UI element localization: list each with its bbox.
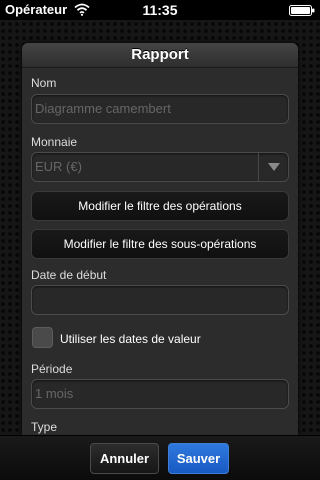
edit-suboperations-filter-button[interactable]: Modifier le filtre des sous-opérations <box>31 229 289 259</box>
status-bar: Opérateur 11:35 <box>0 0 320 20</box>
edit-operations-filter-button[interactable]: Modifier le filtre des opérations <box>31 191 289 221</box>
start-date-field[interactable] <box>31 285 289 315</box>
value-dates-label: Utiliser les dates de valeur <box>60 332 201 346</box>
type-label: Type <box>31 420 58 434</box>
dialog-title: Rapport <box>131 46 189 63</box>
cancel-button[interactable]: Annuler <box>90 443 159 474</box>
currency-value: EUR (€) <box>35 159 82 174</box>
name-field[interactable]: Diagramme camembert <box>31 94 289 124</box>
start-date-label: Date de début <box>31 268 107 282</box>
currency-select[interactable]: EUR (€) <box>31 152 289 182</box>
currency-label: Monnaie <box>31 135 78 149</box>
dialog-header: Rapport <box>22 43 298 68</box>
value-dates-checkbox[interactable] <box>32 327 53 348</box>
report-dialog: Rapport Nom Diagramme camembert Monnaie … <box>22 43 298 435</box>
save-button[interactable]: Sauver <box>168 443 229 474</box>
period-label: Période <box>31 362 73 376</box>
chevron-down-icon[interactable] <box>258 153 288 181</box>
bottom-toolbar: Annuler Sauver <box>0 435 320 480</box>
clock: 11:35 <box>142 2 178 18</box>
name-label: Nom <box>31 76 57 90</box>
period-field[interactable]: 1 mois <box>31 379 289 409</box>
battery-icon <box>289 5 315 16</box>
